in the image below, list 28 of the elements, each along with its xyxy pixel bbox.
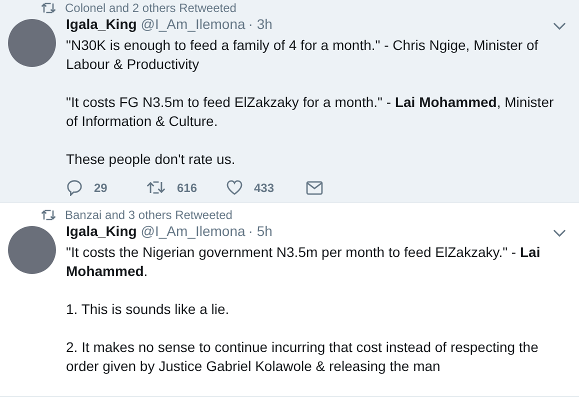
retweet-count: 616 bbox=[177, 180, 198, 194]
avatar-circle[interactable] bbox=[8, 226, 56, 274]
reply-count: 29 bbox=[94, 180, 108, 194]
reply-icon[interactable] bbox=[66, 179, 83, 196]
envelope-icon[interactable] bbox=[306, 180, 323, 194]
user-handle[interactable]: @I_Am_Ilemona bbox=[140, 223, 246, 239]
chevron-down-icon[interactable] bbox=[553, 229, 566, 237]
tweet-card[interactable] bbox=[0, 0, 579, 203]
tweet-text: "N30K is enough to feed a family of 4 for a month." - Chris Ngige, Minister of Labour & Productivity bbox=[66, 36, 540, 74]
tweet-text: "It costs FG N3.5m to feed ElZakzaky for a month." - Lai Mohammed, Minister of Information & Culture. bbox=[66, 93, 555, 131]
avatar-circle[interactable] bbox=[8, 19, 56, 67]
tweet-time[interactable]: · 3h bbox=[248, 16, 272, 32]
user-handle[interactable]: @I_Am_Ilemona bbox=[140, 16, 246, 32]
retweeted-by-text: Colonel and 2 others Retweeted bbox=[65, 1, 236, 15]
like-count: 433 bbox=[254, 180, 274, 194]
tweet-text: 1. This is sounds like a lie. bbox=[66, 300, 230, 319]
heart-icon[interactable] bbox=[226, 180, 243, 195]
tweet-time[interactable]: · 5h bbox=[248, 223, 272, 239]
chevron-down-icon[interactable] bbox=[553, 22, 566, 30]
retweet-icon[interactable] bbox=[146, 180, 166, 195]
tweet-text: "It costs the Nigerian government N3.5m per month to feed ElZakzaky." - Lai Mohammed. bbox=[66, 243, 542, 281]
user-name[interactable]: Igala_King bbox=[66, 223, 137, 239]
tweet-text: These people don't rate us. bbox=[66, 150, 236, 169]
tweet-text: 2. It makes no sense to continue incurring that cost instead of respecting the order given by Justice Gabriel Kolawole & releasing the man bbox=[66, 338, 540, 376]
retweeted-by-text: Banzai and 3 others Retweeted bbox=[65, 208, 232, 222]
user-name[interactable]: Igala_King bbox=[66, 16, 137, 32]
retweet-icon bbox=[41, 2, 56, 14]
retweet-icon bbox=[41, 209, 56, 221]
